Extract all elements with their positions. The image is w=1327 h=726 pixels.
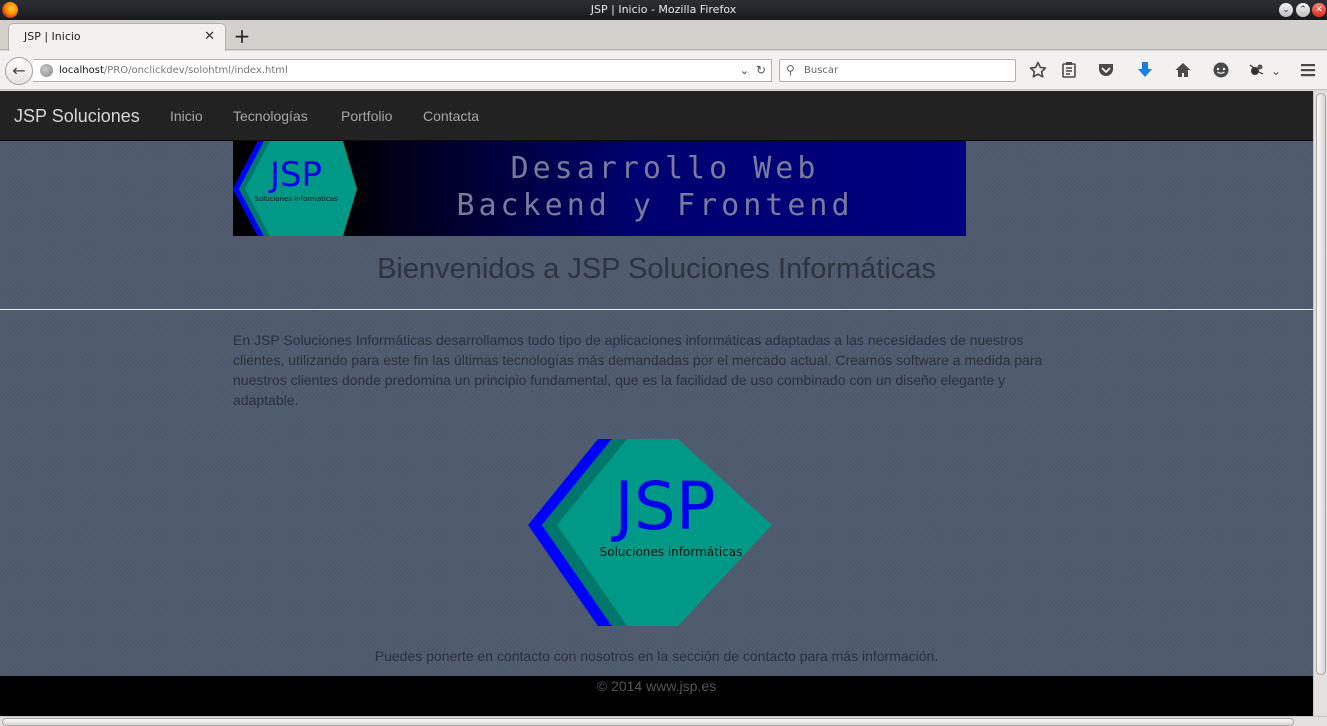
logo-text: JSP <box>610 468 715 545</box>
site-brand-link[interactable]: JSP Soluciones <box>14 91 140 141</box>
horizontal-scroll-thumb[interactable] <box>2 718 1294 726</box>
company-logo: JSP Soluciones informáticas <box>528 439 772 626</box>
tab-label: JSP | Inicio <box>24 30 81 43</box>
home-icon[interactable] <box>1173 61 1193 81</box>
tab-strip: JSP | Inicio ✕ <box>0 20 1327 51</box>
url-path: /PRO/onclickdev/solohtml/index.html <box>103 65 288 76</box>
banner-logo-subtitle: Soluciones informáticas <box>254 195 338 203</box>
reading-list-icon[interactable] <box>1059 61 1079 81</box>
star-icon[interactable] <box>1028 61 1048 81</box>
intro-paragraph: En JSP Soluciones Informáticas desarroll… <box>233 332 1043 408</box>
new-tab-button[interactable]: + <box>232 21 252 51</box>
url-bar[interactable]: localhost/PRO/onclickdev/solohtml/index.… <box>33 59 772 82</box>
search-placeholder: Buscar <box>804 65 839 76</box>
vertical-scroll-thumb[interactable] <box>1316 93 1326 675</box>
reload-icon[interactable]: ↻ <box>756 60 766 81</box>
site-footer: © 2014 www.jsp.es <box>0 676 1313 716</box>
navigation-toolbar: ← localhost/PRO/onclickdev/solohtml/inde… <box>0 51 1327 90</box>
banner-line-2: Backend y Frontend <box>456 188 853 223</box>
window-titlebar: JSP | Inicio - Mozilla Firefox ⌄ ⌃ ✕ <box>0 0 1327 20</box>
search-input[interactable]: ⚲ Buscar <box>779 59 1016 82</box>
extension-icon[interactable] <box>1247 61 1267 81</box>
horizontal-scrollbar[interactable] <box>0 716 1327 726</box>
contact-note: Puedes ponerte en contacto con nosotros … <box>374 648 939 664</box>
nav-link-contacta[interactable]: Contacta <box>423 91 479 141</box>
minimize-button[interactable]: ⌄ <box>1279 3 1293 17</box>
search-icon: ⚲ <box>786 63 795 77</box>
nav-link-tecnologias[interactable]: Tecnologías <box>233 91 308 141</box>
tab-jsp-inicio[interactable]: JSP | Inicio ✕ <box>8 23 226 51</box>
globe-icon <box>40 64 53 77</box>
chevron-down-icon[interactable]: ⌄ <box>1266 61 1286 81</box>
chat-icon[interactable] <box>1211 61 1231 81</box>
page-headline: Bienvenidos a JSP Soluciones Informática… <box>377 253 936 285</box>
site-navbar: JSP Soluciones Inicio Tecnologías Portfo… <box>0 91 1313 141</box>
url-host: localhost <box>59 65 104 76</box>
firefox-logo-icon <box>2 2 18 18</box>
maximize-button[interactable]: ⌃ <box>1296 3 1310 17</box>
downloads-icon[interactable] <box>1135 61 1155 81</box>
menu-icon[interactable] <box>1298 61 1318 81</box>
back-button[interactable]: ← <box>5 57 33 85</box>
window-title: JSP | Inicio - Mozilla Firefox <box>590 3 737 16</box>
nav-link-portfolio[interactable]: Portfolio <box>341 91 392 141</box>
page-viewport: JSP Soluciones Inicio Tecnologías Portfo… <box>0 91 1313 716</box>
banner-line-1: Desarrollo Web <box>511 151 820 186</box>
close-window-button[interactable]: ✕ <box>1312 3 1326 17</box>
divider <box>0 309 1313 310</box>
tab-close-icon[interactable]: ✕ <box>204 24 215 50</box>
url-dropdown-icon[interactable]: ⌄ <box>740 60 749 81</box>
header-banner: JSP Soluciones informáticas Desarrollo W… <box>233 141 966 236</box>
pocket-icon[interactable] <box>1096 61 1116 81</box>
nav-link-inicio[interactable]: Inicio <box>170 91 203 141</box>
logo-subtitle: Soluciones informáticas <box>600 545 743 559</box>
vertical-scrollbar[interactable] <box>1313 91 1327 716</box>
footer-copyright: © 2014 www.jsp.es <box>596 678 717 694</box>
banner-logo-text: JSP <box>268 155 322 195</box>
